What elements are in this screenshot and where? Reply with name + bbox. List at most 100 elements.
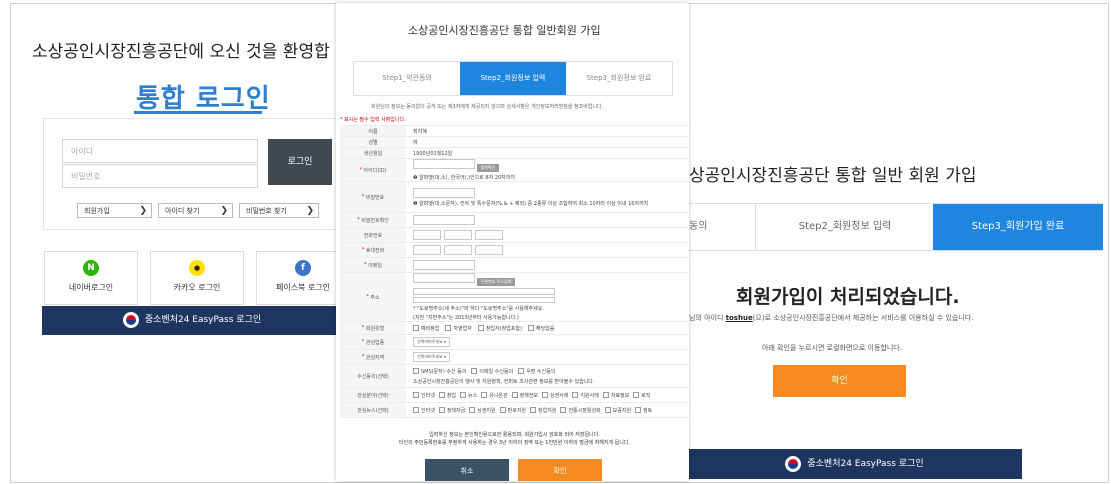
complete-page-title: 상공인시장진흥공단 통합 일반 회원 가입 bbox=[689, 166, 977, 186]
signup-complete-panel: 상공인시장진흥공단 통합 일반 회원 가입 동의 Step2_회원정보 입력 S… bbox=[685, 3, 1107, 481]
phone-input-3[interactable] bbox=[475, 230, 503, 240]
easypass-login-button[interactable]: 중소벤처24 EasyPass 로그인 bbox=[42, 306, 340, 335]
mobile-input-3[interactable] bbox=[475, 245, 503, 255]
interest-news-option[interactable]: 인터넷 bbox=[413, 407, 435, 414]
password-input[interactable] bbox=[413, 187, 475, 198]
email-input[interactable] bbox=[413, 260, 475, 270]
mobile-input-1[interactable] bbox=[413, 245, 441, 255]
birthdate-value: 1900년01월12일 bbox=[413, 150, 453, 157]
find-id-link-label: 아이디 찾기 bbox=[165, 207, 200, 215]
step-2-active: Step2_회원정보 입력 bbox=[460, 62, 566, 95]
interest-news-option[interactable]: 컴토 bbox=[635, 407, 652, 414]
name-value: 최지혜 bbox=[413, 128, 427, 135]
privacy-notice: 회원님의 정보는 동의없이 공개 또는 제3자에게 제공되지 않으며 상세사항은… bbox=[371, 104, 604, 110]
welcome-text: 소상공인시장진흥공단에 오신 것을 환영합 bbox=[32, 42, 330, 62]
form-row-interest-field: 관심분야(선택) 인터넷 창업 뉴스 유니온관 정책전보 상권사례 지원사례 자… bbox=[340, 387, 689, 402]
address-hint: * "도로명주소(새 주소)"와 하다 "도로명주소"를 사용해주세요. bbox=[413, 306, 544, 312]
interest-field-option[interactable]: 뉴스 bbox=[460, 392, 477, 399]
easypass-label: 중소벤처24 EasyPass 로그인 bbox=[144, 315, 262, 325]
signup-form-panel: 소상공인시장진흥공단 통합 일반회원 가입 Step1_약관동의 Step2_회… bbox=[336, 3, 689, 481]
form-row-member-type: * 회원유형 예비창업 자영업자 창업자(창업포함) 해당없음 bbox=[340, 321, 689, 334]
naver-icon: N bbox=[83, 260, 99, 276]
interest-news-option[interactable]: 보증지원 bbox=[604, 407, 631, 414]
address-input-1[interactable] bbox=[413, 288, 555, 295]
chevron-right-icon: ❯ bbox=[306, 206, 314, 216]
consent-option[interactable]: 이메일 수신동의 bbox=[471, 368, 513, 375]
step-2: Step2_회원정보 입력 bbox=[755, 204, 935, 250]
address-hint-2: (지번 "지번주소"는 2013년부터 사용가능합니다.) bbox=[413, 315, 519, 321]
complete-step-bar: 동의 Step2_회원정보 입력 Step3_회원가입 완료 bbox=[685, 203, 1103, 251]
zipcode-input[interactable] bbox=[413, 273, 475, 283]
signup-link-label: 회원가입 bbox=[84, 207, 110, 215]
complete-description: 님의 아이디 toshue(으)로 소상공인시장진흥공단에서 제공하는 서비스를… bbox=[689, 314, 974, 322]
id-input[interactable]: 아이디 bbox=[62, 139, 258, 163]
cancel-button[interactable]: 취소 bbox=[425, 459, 509, 481]
userid-input[interactable] bbox=[413, 159, 475, 169]
required-note: * 표시는 필수 입력 사항입니다. bbox=[340, 117, 406, 123]
phone-input-1[interactable] bbox=[413, 230, 441, 240]
footnote-2: 타인의 주민등록번호를 부정하게 사용하는 경우 3년 이하의 징역 또는 1천… bbox=[398, 440, 631, 446]
chevron-right-icon: ❯ bbox=[220, 206, 228, 216]
confirm-button[interactable]: 확인 bbox=[518, 459, 602, 481]
address-input-2[interactable] bbox=[413, 296, 555, 303]
form-row-name: 이름 최지혜 bbox=[340, 125, 689, 136]
form-row-address: * 주소 우편번호 주소검색 * "도로명주소(새 주소)"와 하다 "도로명주… bbox=[340, 272, 689, 321]
signup-form: 이름 최지혜 성별 여 생년월일 1900년01월12일 * 아이디(ID) 중… bbox=[340, 125, 689, 418]
find-password-link-label: 비밀번호 찾기 bbox=[246, 207, 287, 215]
login-panel: 소상공인시장진흥공단에 오신 것을 환영합 통합 로그인 아이디 비밀번호 로그… bbox=[10, 3, 340, 481]
taegeuk-emblem-icon bbox=[122, 311, 139, 328]
interest-news-option[interactable]: 창업지원 bbox=[530, 407, 556, 414]
naver-login-button[interactable]: N 네이버로그인 bbox=[44, 251, 138, 305]
duplicate-check-button[interactable]: 중복확인 bbox=[476, 164, 500, 172]
facebook-login-button[interactable]: f 페이스북 로그인 bbox=[256, 251, 340, 305]
member-type-option[interactable]: 자영업자 bbox=[445, 325, 472, 332]
interest-industry-select[interactable]: 선택하여주세요 ▾ bbox=[413, 337, 451, 347]
kakao-login-button[interactable]: ● 카카오 로그인 bbox=[150, 251, 244, 305]
interest-news-option[interactable]: 상권지원 bbox=[469, 407, 496, 414]
consent-option[interactable]: 우편 수신동의 bbox=[518, 368, 555, 375]
interest-news-option[interactable]: 정책자금 bbox=[438, 407, 465, 414]
password-input[interactable]: 비밀번호 bbox=[62, 164, 258, 188]
member-type-option[interactable]: 예비창업 bbox=[413, 325, 439, 332]
signup-link[interactable]: 회원가입 ❯ bbox=[77, 203, 152, 218]
complete-heading: 회원가입이 처리되었습니다. bbox=[736, 286, 960, 308]
member-type-option[interactable]: 해당없음 bbox=[527, 325, 554, 332]
interest-field-option[interactable]: 상권사례 bbox=[542, 392, 568, 399]
password-hint: ❶ 알파벳(대,소문자), 숫자 및 특수문자(%,& + 제외) 중 2종류 … bbox=[413, 200, 649, 207]
interest-field-option[interactable]: 지원사례 bbox=[572, 392, 599, 399]
interest-field-option[interactable]: 로직 bbox=[633, 392, 650, 399]
phone-input-2[interactable] bbox=[444, 230, 472, 240]
mobile-input-2[interactable] bbox=[444, 245, 472, 255]
complete-confirm-button[interactable]: 확인 bbox=[773, 365, 906, 397]
address-search-button[interactable]: 우편번호 주소검색 bbox=[476, 278, 516, 286]
find-password-link[interactable]: 비밀번호 찾기 ❯ bbox=[239, 203, 319, 218]
signup-step-bar: Step1_약관동의 Step2_회원정보 입력 Step3_회원정보 완료 bbox=[353, 61, 673, 96]
form-row-phone: 전화번호 bbox=[340, 227, 689, 242]
interest-news-option[interactable]: 전통시장활성화 bbox=[560, 407, 601, 414]
login-button[interactable]: 로그인 bbox=[268, 139, 332, 185]
complete-easypass-button[interactable]: 중소벤처24 EasyPass 로그인 bbox=[687, 449, 1022, 479]
interest-field-option[interactable]: 정책전보 bbox=[511, 392, 538, 399]
consent-option[interactable]: SMS(문자) 수신 동의 bbox=[413, 368, 466, 375]
gender-value: 여 bbox=[413, 139, 418, 146]
interest-field-option[interactable]: 자료정보 bbox=[602, 392, 629, 399]
interest-news-option[interactable]: 판로지원 bbox=[499, 407, 526, 414]
login-title: 통합 로그인 bbox=[136, 84, 271, 114]
form-row-consent: 수신동의(선택) SMS(문자) 수신 동의 이메일 수신동의 우편 수신동의 … bbox=[340, 364, 689, 387]
find-id-link[interactable]: 아이디 찾기 ❯ bbox=[158, 203, 233, 218]
interest-field-option[interactable]: 유니온관 bbox=[481, 392, 508, 399]
form-row-mobile: * 휴대전화 bbox=[340, 242, 689, 257]
userid-hint: ❶ 알파벳(대,소), 한국어(,)인으로 8자 20자까지 bbox=[413, 175, 515, 181]
form-row-interest-industry: * 관심업종 선택하여주세요 ▾ bbox=[340, 334, 689, 349]
form-row-userid: * 아이디(ID) 중복확인 ❶ 알파벳(대,소), 한국어(,)인으로 8자 … bbox=[340, 158, 689, 181]
taegeuk-emblem-icon bbox=[785, 455, 802, 472]
password-confirm-input[interactable] bbox=[413, 215, 475, 225]
form-row-password-confirm: * 비밀번호확인 bbox=[340, 212, 689, 227]
step-3: Step3_회원정보 완료 bbox=[586, 74, 652, 82]
kakao-icon: ● bbox=[189, 260, 205, 276]
interest-field-option[interactable]: 창업 bbox=[438, 392, 456, 399]
naver-login-label: 네이버로그인 bbox=[68, 283, 114, 292]
interest-field-option[interactable]: 인터넷 bbox=[413, 392, 435, 399]
member-type-option[interactable]: 창업자(창업포함) bbox=[477, 325, 522, 332]
interest-region-select[interactable]: 선택하여주세요 ▾ bbox=[413, 352, 451, 362]
